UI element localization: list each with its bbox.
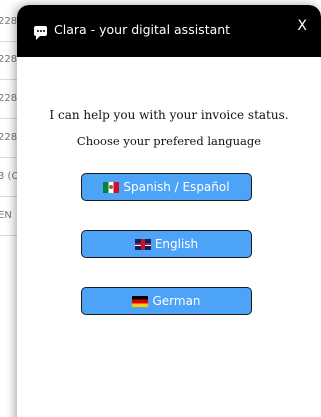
table-cell: 228 — [0, 54, 18, 65]
english-button[interactable]: English — [81, 230, 252, 258]
uk-flag-icon — [134, 238, 151, 250]
page: 228 228 228 228 3 (C EN Clara - your dig… — [0, 0, 321, 417]
germany-flag-icon — [132, 295, 149, 307]
spanish-button[interactable]: Spanish / Español — [81, 173, 252, 201]
chat-bubble-icon — [34, 26, 47, 40]
language-prompt: Choose your prefered language — [76, 134, 262, 148]
table-cell: 228 — [0, 93, 18, 104]
chat-title: Clara - your digital assistant — [54, 22, 231, 37]
mexico-flag-icon — [103, 181, 120, 193]
table-cell: EN — [0, 210, 12, 221]
spanish-button-label: Spanish / Español — [123, 180, 230, 194]
close-button[interactable]: X — [297, 18, 307, 34]
greeting-message: I can help you with your invoice status. — [49, 108, 289, 122]
table-cell: 228 — [0, 132, 18, 143]
english-button-label: English — [154, 237, 199, 251]
german-button-label: German — [152, 294, 201, 308]
table-cell: 3 (C — [0, 171, 19, 182]
chat-body: I can help you with your invoice status.… — [17, 57, 321, 151]
german-button[interactable]: German — [81, 287, 252, 315]
chat-panel: Clara - your digital assistant X I can h… — [17, 5, 321, 417]
table-cell: 228 — [0, 16, 18, 27]
chat-header: Clara - your digital assistant X — [17, 5, 321, 57]
